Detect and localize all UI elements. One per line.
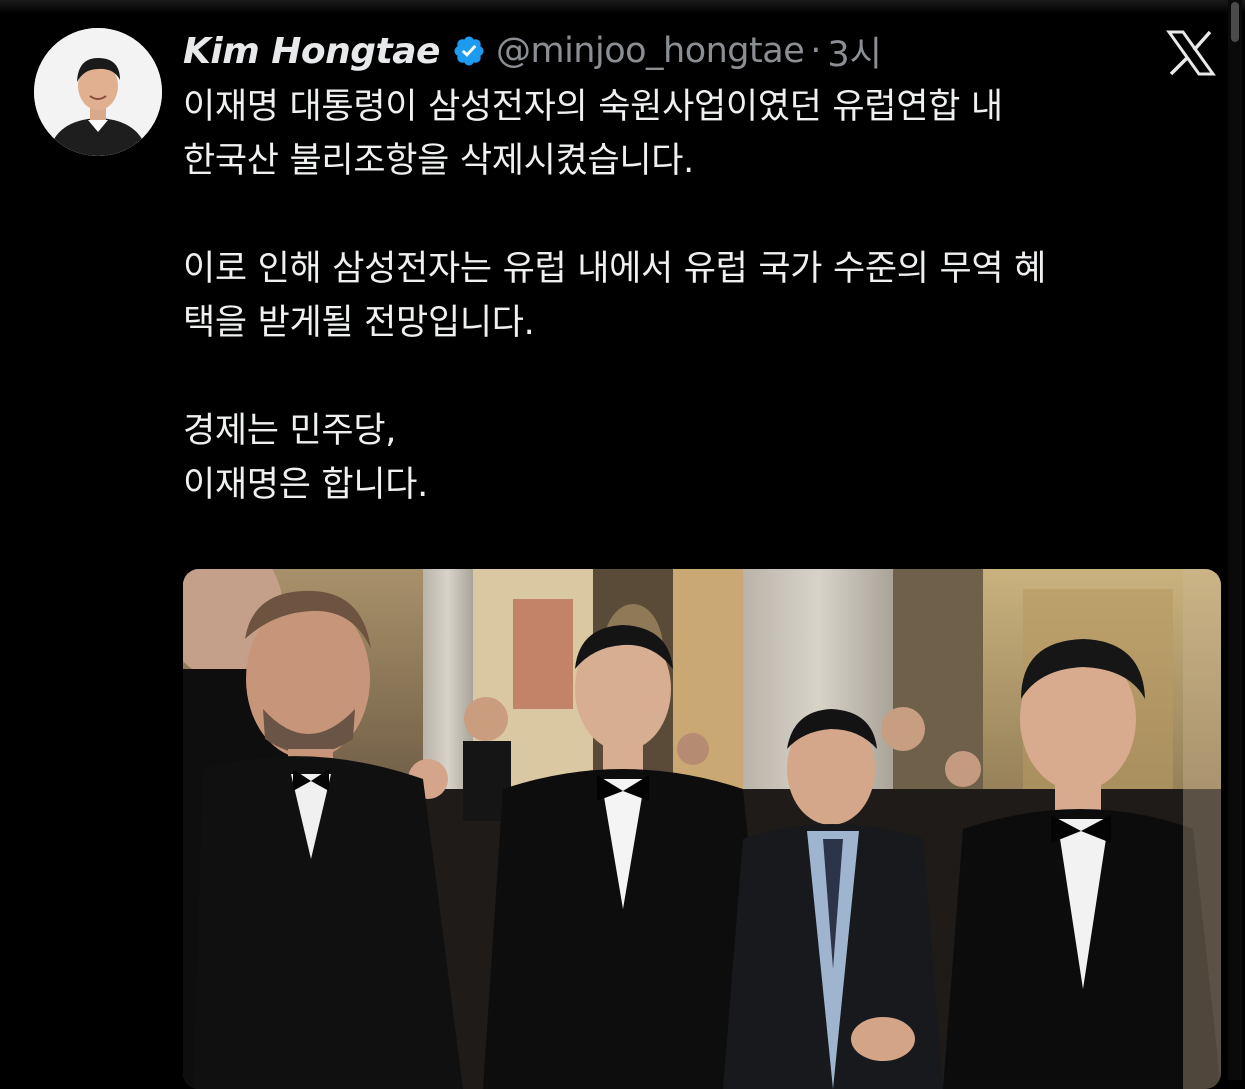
tweet-line-blank (183, 350, 1218, 404)
tweet-line: 이재명은 합니다. (183, 465, 428, 505)
tweet-line: 이로 인해 삼성전자는 유럽 내에서 유럽 국가 수준의 무역 혜 (183, 249, 1047, 289)
tweet-text: 이재명 대통령이 삼성전자의 숙원사업이였던 유럽연합 내 한국산 불리조항을 … (183, 80, 1218, 512)
tweet-line-blank (183, 188, 1218, 242)
avatar[interactable] (34, 28, 162, 156)
tweet-line: 택을 받게될 전망입니다. (183, 303, 535, 343)
timestamp[interactable]: 3시 (827, 26, 881, 77)
tweet-line: 경제는 민주당, (183, 411, 397, 451)
avatar-image (34, 28, 162, 156)
separator-dot: · (810, 31, 822, 71)
tweet-photo[interactable] (183, 569, 1221, 1089)
top-edge (0, 0, 1245, 14)
tweet-line: 한국산 불리조항을 삭제시켰습니다. (183, 141, 694, 181)
scrollbar-thumb[interactable] (1231, 2, 1239, 42)
tweet-header: Kim Hongtae @minjoo_hongtae · 3시 (183, 26, 882, 76)
display-name[interactable]: Kim Hongtae (183, 31, 440, 72)
verified-badge-icon (454, 36, 484, 66)
event-photo (183, 569, 1221, 1089)
user-handle[interactable]: @minjoo_hongtae (496, 31, 805, 71)
scrollbar[interactable] (1228, 0, 1242, 1080)
tweet-line: 이재명 대통령이 삼성전자의 숙원사업이였던 유럽연합 내 (183, 87, 1003, 127)
x-logo-icon[interactable] (1166, 30, 1216, 76)
